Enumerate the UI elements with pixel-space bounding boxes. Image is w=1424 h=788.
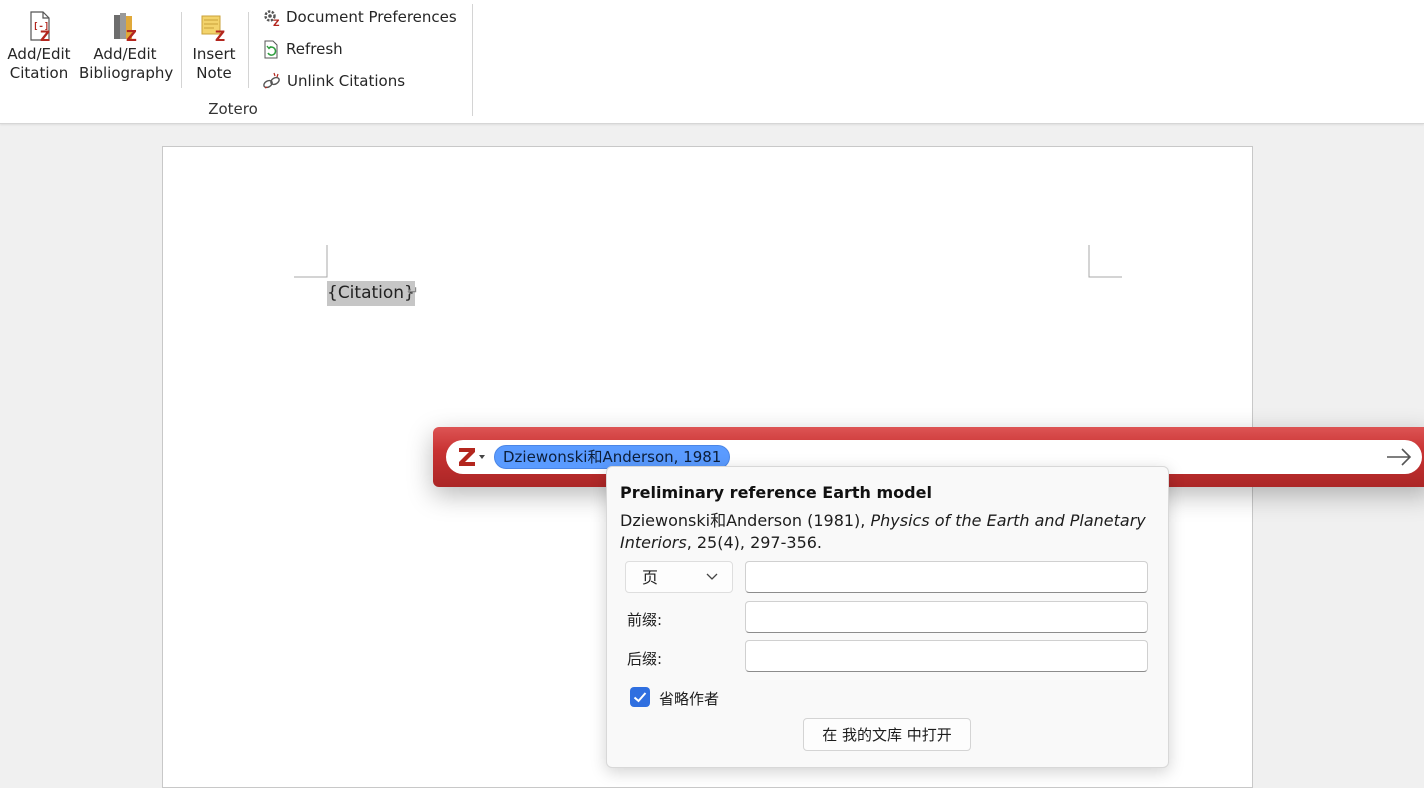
dropdown-caret-icon xyxy=(479,455,485,459)
svg-text:Z: Z xyxy=(126,27,137,42)
add-edit-bibliography-label-2: Bibliography xyxy=(79,64,174,82)
paragraph-mark: ↵ xyxy=(407,284,419,300)
prefix-label: 前缀: xyxy=(627,611,663,629)
bibliography-books-icon: Z xyxy=(114,13,137,42)
open-in-library-button[interactable]: 在 我的文库 中打开 xyxy=(803,718,971,751)
gear-icon: Z xyxy=(264,9,280,27)
insert-note-icon: Z xyxy=(201,15,225,42)
refresh-label: Refresh xyxy=(286,40,343,58)
citation-volume-pages: , 25(4), 297-356. xyxy=(686,533,823,552)
add-edit-citation-label-1: Add/Edit xyxy=(7,45,71,63)
insert-note-label-2: Note xyxy=(196,64,232,82)
citation-authors: Dziewonski和Anderson (1981), xyxy=(620,511,871,530)
document-preferences-label: Document Preferences xyxy=(286,8,457,26)
add-edit-bibliography-label-1: Add/Edit xyxy=(93,45,157,63)
insert-note-button[interactable]: Z Insert Note xyxy=(190,10,238,83)
item-citation: Dziewonski和Anderson (1981), Physics of t… xyxy=(620,510,1155,554)
locator-input[interactable] xyxy=(745,561,1148,593)
svg-text:Z: Z xyxy=(40,29,50,42)
suffix-input[interactable] xyxy=(745,640,1148,672)
add-edit-bibliography-button[interactable]: Z Add/Edit Bibliography xyxy=(79,10,174,83)
omit-author-label[interactable]: 省略作者 xyxy=(659,688,719,709)
item-title: Preliminary reference Earth model xyxy=(620,483,932,502)
add-edit-citation-label-2: Citation xyxy=(9,64,69,82)
locator-type-value: 页 xyxy=(642,568,659,587)
margin-corner-top-left xyxy=(294,245,328,278)
margin-corner-top-right xyxy=(1088,245,1122,278)
ribbon-divider xyxy=(181,12,182,88)
citation-item-panel: Preliminary reference Earth model Dziewo… xyxy=(606,466,1169,768)
citation-field[interactable]: {Citation} xyxy=(327,281,415,306)
unlink-chain-icon xyxy=(263,72,280,89)
ribbon-toolbar: [-] Z Add/Edit Citation Z Add/Edit Bibli… xyxy=(0,0,1424,124)
unlink-citations-button[interactable]: Unlink Citations xyxy=(262,70,405,92)
zotero-logo-icon[interactable] xyxy=(458,446,488,468)
locator-type-select[interactable]: 页 xyxy=(625,561,733,593)
chevron-down-icon xyxy=(706,573,718,580)
svg-text:Z: Z xyxy=(273,19,280,27)
suffix-label: 后缀: xyxy=(627,650,663,668)
ribbon-group-divider xyxy=(472,4,473,116)
ribbon-divider xyxy=(248,12,249,88)
document-preferences-button[interactable]: Z Document Preferences xyxy=(262,6,457,28)
prefix-input[interactable] xyxy=(745,601,1148,633)
checkmark-icon xyxy=(633,692,647,703)
add-edit-citation-button[interactable]: [-] Z Add/Edit Citation xyxy=(6,10,72,83)
zotero-group-label: Zotero xyxy=(208,100,258,118)
refresh-icon xyxy=(264,40,278,58)
omit-author-checkbox[interactable] xyxy=(630,687,650,707)
add-citation-icon: [-] Z xyxy=(30,11,50,42)
insert-note-label-1: Insert xyxy=(192,45,236,63)
accept-arrow-icon[interactable] xyxy=(1385,446,1413,468)
svg-text:Z: Z xyxy=(215,29,225,42)
refresh-button[interactable]: Refresh xyxy=(262,38,343,60)
unlink-citations-label: Unlink Citations xyxy=(287,72,406,90)
